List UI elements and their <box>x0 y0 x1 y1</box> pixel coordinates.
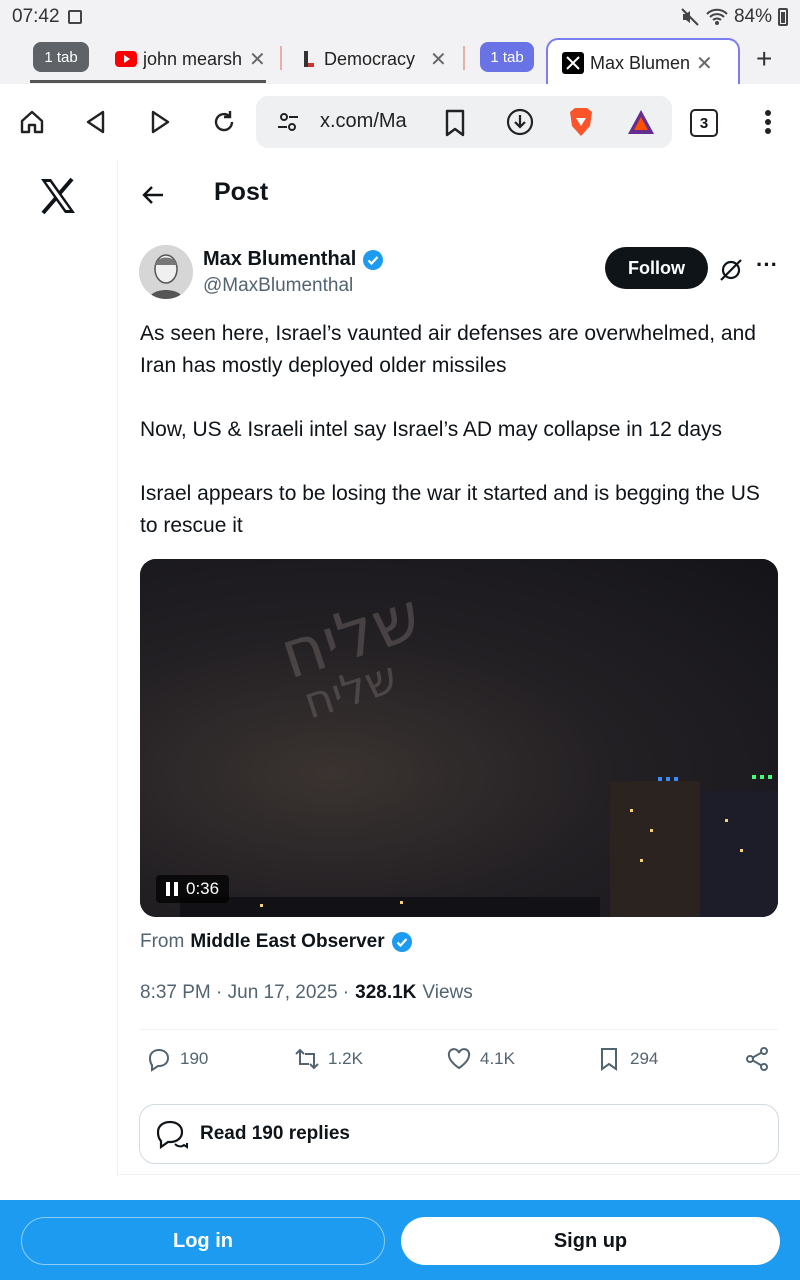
like-button[interactable]: 4.1K <box>446 1046 515 1072</box>
video-source: From Middle East Observer <box>140 931 413 953</box>
tab-group-chip[interactable]: 1 tab <box>480 42 534 72</box>
brave-rewards-icon[interactable] <box>626 108 656 136</box>
tab-title: Democracy <box>324 48 416 69</box>
reply-button[interactable]: 190 <box>146 1046 208 1072</box>
bookmark-icon[interactable] <box>444 109 466 137</box>
tab-active[interactable]: Max Blumen ✕ <box>546 38 740 84</box>
replies-bubble-icon <box>156 1120 188 1150</box>
rail-divider <box>117 160 118 1176</box>
download-icon[interactable] <box>506 108 534 136</box>
reply-icon <box>148 1048 170 1072</box>
post-meta: 8:37 PM · Jun 17, 2025 · 328.1K Views <box>140 982 473 1004</box>
author-name[interactable]: Max Blumenthal <box>203 248 384 271</box>
tab-title: Max Blumen <box>590 52 690 73</box>
page-title: Post <box>214 178 269 206</box>
bookmark-count: 294 <box>630 1049 659 1068</box>
tab-group-underline <box>30 80 266 83</box>
clock: 07:42 <box>12 6 60 27</box>
pause-icon[interactable] <box>166 882 178 896</box>
mute-icon <box>681 8 699 26</box>
repost-count: 1.2K <box>328 1049 363 1068</box>
source-name-link[interactable]: Middle East Observer <box>190 931 384 953</box>
back-icon[interactable] <box>80 106 112 138</box>
more-options-icon[interactable]: ··· <box>754 254 780 281</box>
tab-title: john mearsh <box>143 48 243 69</box>
tab-strip: 1 tab john mearsh ✕ Democracy ✕ 1 tab Ma… <box>0 34 800 84</box>
wifi-icon <box>706 8 728 25</box>
tab-youtube[interactable]: john mearsh ✕ <box>115 40 275 78</box>
tab-divider <box>463 46 465 70</box>
page-content: Post Max Blumenthal @MaxBlumenthal Follo… <box>0 160 800 1200</box>
back-arrow-icon[interactable] <box>142 185 164 205</box>
new-tab-button[interactable]: + <box>756 40 772 78</box>
avatar[interactable] <box>139 245 193 299</box>
forward-icon[interactable] <box>144 106 176 138</box>
tab-divider <box>280 46 282 70</box>
tweet-text: As seen here, Israel’s vaunted air defen… <box>140 318 780 574</box>
login-button[interactable]: Log in <box>21 1217 385 1265</box>
follow-button[interactable]: Follow <box>605 247 708 289</box>
author-handle[interactable]: @MaxBlumenthal <box>203 275 353 297</box>
close-tab-icon[interactable]: ✕ <box>249 47 266 72</box>
grok-icon[interactable] <box>718 257 744 283</box>
tab-x-post[interactable]: Max Blumen ✕ <box>562 44 732 82</box>
verified-badge-icon <box>363 249 384 270</box>
heart-icon <box>447 1048 471 1070</box>
bottom-auth-bar: Log in Sign up <box>0 1200 800 1280</box>
tab-group-chip[interactable]: 1 tab <box>33 42 89 72</box>
bookmark-icon <box>601 1048 617 1071</box>
watermark-logo: שליח שליח <box>271 577 430 729</box>
video-scene: שליח שליח <box>180 577 778 917</box>
verified-badge-icon <box>391 932 412 952</box>
brave-shield-icon[interactable] <box>566 106 596 138</box>
tweet-paragraph: Now, US & Israeli intel say Israel’s AD … <box>140 418 723 441</box>
tweet-paragraph: Israel appears to be losing the war it s… <box>140 482 760 537</box>
signup-button[interactable]: Sign up <box>401 1217 780 1265</box>
status-bar: 07:42 84% <box>0 0 800 34</box>
read-replies-label: Read 190 replies <box>200 1123 350 1144</box>
youtube-icon <box>115 51 137 67</box>
menu-icon[interactable] <box>752 106 784 138</box>
battery-percent: 84% <box>733 6 772 27</box>
source-prefix: From <box>140 931 185 952</box>
tab-switcher-button[interactable]: 3 <box>690 109 718 137</box>
address-bar[interactable]: x.com/Ma <box>256 96 672 148</box>
url-text[interactable]: x.com/Ma <box>320 110 410 133</box>
like-count: 4.1K <box>480 1049 515 1068</box>
video-duration: 0:36 <box>186 879 220 898</box>
home-icon[interactable] <box>16 106 48 138</box>
x-favicon-icon <box>562 52 584 74</box>
video-player[interactable]: שליח שליח 0:36 <box>140 559 778 917</box>
views-label: Views <box>422 982 473 1003</box>
x-logo-icon[interactable] <box>38 176 78 216</box>
author-name-text[interactable]: Max Blumenthal <box>203 248 356 271</box>
battery-icon <box>778 8 788 26</box>
repost-icon <box>295 1048 319 1070</box>
site-settings-icon[interactable] <box>276 110 300 134</box>
site-favicon-icon <box>304 51 314 67</box>
read-replies-button[interactable]: Read 190 replies <box>139 1104 779 1164</box>
share-icon <box>746 1047 768 1071</box>
reply-count: 190 <box>180 1049 209 1068</box>
divider <box>140 1029 778 1030</box>
browser-toolbar: x.com/Ma 3 <box>0 84 800 160</box>
tab-democracy[interactable]: Democracy ✕ <box>298 40 458 78</box>
share-button[interactable] <box>744 1046 770 1072</box>
reload-icon[interactable] <box>208 106 240 138</box>
views-count: 328.1K <box>355 982 417 1003</box>
tweet-paragraph: As seen here, Israel’s vaunted air defen… <box>140 322 756 377</box>
close-tab-icon[interactable]: ✕ <box>430 47 447 72</box>
close-tab-icon[interactable]: ✕ <box>696 51 713 76</box>
video-controls[interactable]: 0:36 <box>156 875 230 903</box>
repost-button[interactable]: 1.2K <box>294 1046 363 1072</box>
action-bar: 190 1.2K 4.1K 294 <box>140 1046 780 1078</box>
bookmark-button[interactable]: 294 <box>596 1046 658 1072</box>
post-timestamp[interactable]: 8:37 PM · Jun 17, 2025 · <box>140 982 349 1004</box>
notification-icon <box>67 10 82 24</box>
divider <box>118 1174 800 1175</box>
